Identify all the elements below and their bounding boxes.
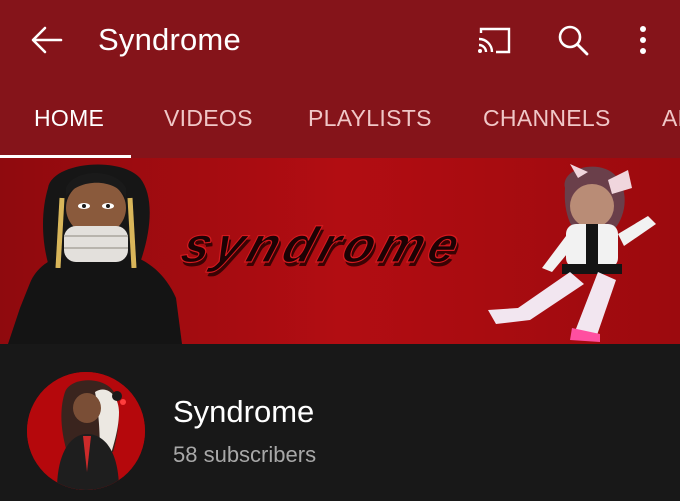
channel-avatar[interactable] bbox=[27, 372, 145, 490]
tab-channels[interactable]: CHANNELS bbox=[483, 80, 611, 158]
page-title: Syndrome bbox=[98, 22, 241, 57]
subscriber-count: 58 subscribers bbox=[173, 442, 317, 467]
tab-about[interactable]: ABOUT bbox=[662, 80, 680, 158]
tab-videos[interactable]: VIDEOS bbox=[164, 80, 253, 158]
app-bar: Syndrome bbox=[0, 0, 680, 80]
cast-button[interactable] bbox=[472, 20, 516, 60]
channel-tabs: HOME VIDEOS PLAYLISTS CHANNELS ABOUT bbox=[0, 80, 680, 158]
more-options-button[interactable] bbox=[621, 20, 665, 60]
tab-home[interactable]: HOME bbox=[34, 80, 104, 158]
channel-banner: syndrome syndrome bbox=[0, 158, 680, 344]
back-button[interactable] bbox=[22, 20, 72, 60]
back-arrow-icon bbox=[31, 26, 63, 54]
channel-info: Syndrome 58 subscribers bbox=[0, 344, 680, 501]
more-vertical-icon bbox=[640, 26, 646, 54]
tab-playlists[interactable]: PLAYLISTS bbox=[308, 80, 432, 158]
banner-logo: syndrome syndrome bbox=[174, 217, 473, 277]
search-icon bbox=[558, 25, 589, 56]
search-button[interactable] bbox=[551, 20, 595, 60]
svg-text:syndrome: syndrome bbox=[175, 217, 472, 273]
channel-name: Syndrome bbox=[173, 394, 315, 429]
cast-icon bbox=[478, 27, 511, 54]
